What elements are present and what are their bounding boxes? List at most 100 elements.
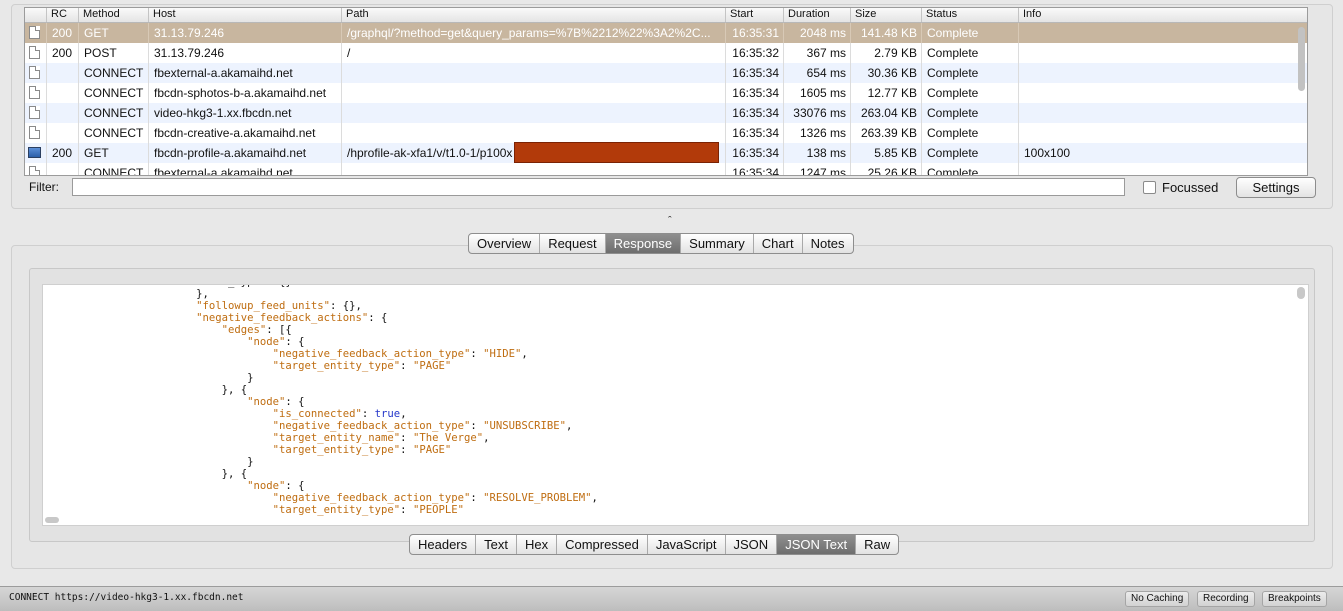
- column-header-method[interactable]: Method: [78, 8, 148, 22]
- cell-start: 16:35:34: [725, 83, 783, 103]
- format-tab-raw[interactable]: Raw: [855, 535, 898, 554]
- tab-chart[interactable]: Chart: [752, 234, 802, 253]
- cell-rc: 200: [46, 23, 78, 43]
- file-icon: [29, 166, 40, 175]
- table-row[interactable]: CONNECT fbexternal-a.akamaihd.net 16:35:34…: [25, 63, 1307, 83]
- cell-start: 16:35:34: [725, 143, 783, 163]
- column-header-path[interactable]: Path: [341, 8, 725, 22]
- recording-toggle[interactable]: Recording: [1197, 591, 1255, 607]
- json-punctuation: : [{: [266, 324, 292, 336]
- table-row[interactable]: 200 GET 31.13.79.246/graphql/?method=get&q…: [25, 23, 1307, 43]
- table-scrollbar[interactable]: [1297, 23, 1306, 173]
- status-bar: CONNECT https://video-hkg3-1.xx.fbcdn.ne…: [0, 586, 1343, 611]
- cell-host: 31.13.79.246: [148, 23, 341, 43]
- table-row[interactable]: CONNECT fbcdn-creative-a.akamaihd.net 16:3…: [25, 123, 1307, 143]
- table-scrollbar-thumb[interactable]: [1298, 27, 1305, 91]
- file-icon: [29, 106, 40, 119]
- focussed-checkbox[interactable]: [1143, 181, 1156, 194]
- cell-status: Complete: [921, 23, 1018, 43]
- code-line: "is_connected": true,: [43, 408, 407, 420]
- json-string: "The Verge": [412, 432, 484, 444]
- row-icon-cell: [25, 63, 46, 83]
- json-key: "edges": [221, 324, 267, 336]
- request-list-panel: RC Method Host Path Start Duration Size …: [11, 4, 1333, 209]
- json-punctuation: :: [470, 348, 484, 360]
- column-header-info[interactable]: Info: [1018, 8, 1307, 22]
- filter-input[interactable]: [72, 178, 1125, 196]
- no-caching-toggle[interactable]: No Caching: [1125, 591, 1190, 607]
- cell-info: [1018, 103, 1307, 123]
- column-header-rc[interactable]: RC: [46, 8, 78, 22]
- tab-request[interactable]: Request: [539, 234, 604, 253]
- cell-duration: 367 ms: [783, 43, 850, 63]
- request-table[interactable]: RC Method Host Path Start Duration Size …: [24, 7, 1308, 176]
- settings-button[interactable]: Settings: [1236, 177, 1316, 198]
- code-line: "negative_feedback_action_type": "HIDE",: [43, 348, 528, 360]
- cell-start: 16:35:34: [725, 63, 783, 83]
- breakpoints-toggle[interactable]: Breakpoints: [1262, 591, 1327, 607]
- column-header-status[interactable]: Status: [921, 8, 1018, 22]
- format-tab-json[interactable]: JSON: [724, 535, 777, 554]
- table-row[interactable]: CONNECT video-hkg3-1.xx.fbcdn.net 16:35:34…: [25, 103, 1307, 123]
- tab-response[interactable]: Response: [604, 234, 681, 253]
- cell-size: 12.77 KB: [850, 83, 921, 103]
- format-tab-compressed[interactable]: Compressed: [556, 535, 647, 554]
- cell-path: /: [341, 43, 725, 63]
- cell-host: fbcdn-creative-a.akamaihd.net: [148, 123, 341, 143]
- table-row[interactable]: CONNECT fbcdn-sphotos-b-a.akamaihd.net 16:…: [25, 83, 1307, 103]
- cell-info: [1018, 63, 1307, 83]
- json-key: "node": [247, 336, 286, 348]
- column-header-size[interactable]: Size: [850, 8, 921, 22]
- code-vertical-scrollbar[interactable]: [1297, 287, 1305, 299]
- icon-column-header[interactable]: [25, 8, 46, 22]
- cell-host: video-hkg3-1.xx.fbcdn.net: [148, 103, 341, 123]
- focussed-toggle[interactable]: Focussed: [1143, 180, 1218, 195]
- script-file-icon: [29, 46, 40, 59]
- cell-host: 31.13.79.246: [148, 43, 341, 63]
- format-tab-hex[interactable]: Hex: [515, 535, 556, 554]
- row-icon-cell: [25, 123, 46, 143]
- collapse-arrow-icon[interactable]: ˆ: [668, 215, 672, 227]
- code-line: "node": {: [43, 480, 304, 492]
- format-tab-text[interactable]: Text: [475, 535, 516, 554]
- file-icon: [29, 66, 40, 79]
- table-row[interactable]: 200 POST 31.13.79.246/16:35:32 367 ms 2.79 K…: [25, 43, 1307, 63]
- json-string: "UNSUBSCRIBE": [483, 420, 567, 432]
- json-key: "negative_feedback_actions": [196, 312, 369, 324]
- file-icon: [29, 126, 40, 139]
- code-line: }: [43, 456, 253, 468]
- json-key: "target_entity_type": [272, 504, 401, 516]
- code-line: },: [43, 288, 209, 300]
- code-line: }, {: [43, 384, 248, 396]
- json-text-view[interactable]: "_type": {} }, "followup_feed_units": {}…: [42, 284, 1309, 526]
- format-tabs: Headers Text Hex Compressed JavaScript JSON JS…: [409, 534, 900, 555]
- json-punctuation: : {},: [330, 300, 362, 312]
- cell-path: [341, 83, 725, 103]
- row-icon-cell: [25, 83, 46, 103]
- json-punctuation: : {: [285, 336, 305, 348]
- column-header-host[interactable]: Host: [148, 8, 341, 22]
- tab-summary[interactable]: Summary: [680, 234, 753, 253]
- json-key: "target_entity_name": [272, 432, 401, 444]
- json-punctuation: :: [400, 360, 413, 372]
- code-horizontal-scrollbar[interactable]: [45, 517, 59, 523]
- json-punctuation: :: [470, 420, 484, 432]
- cell-path: [341, 63, 725, 83]
- column-header-duration[interactable]: Duration: [783, 8, 850, 22]
- format-tab-json-text[interactable]: JSON Text: [776, 535, 856, 554]
- tab-overview[interactable]: Overview: [469, 234, 539, 253]
- json-string: "HIDE": [483, 348, 522, 360]
- format-tab-javascript[interactable]: JavaScript: [646, 535, 725, 554]
- code-line: }: [43, 372, 253, 384]
- cell-info: [1018, 163, 1307, 175]
- code-line: "edges": [{: [43, 324, 292, 336]
- json-string: "PAGE": [412, 444, 452, 456]
- tab-notes[interactable]: Notes: [801, 234, 853, 253]
- column-header-start[interactable]: Start: [725, 8, 783, 22]
- json-punctuation: : {: [285, 396, 305, 408]
- format-tab-headers[interactable]: Headers: [410, 535, 475, 554]
- table-row[interactable]: 200 GET fbcdn-profile-a.akamaihd.net/hprof…: [25, 142, 1307, 163]
- cell-info: 100x100: [1018, 143, 1307, 163]
- table-row[interactable]: CONNECT fbexternal-a.akamaihd.net 16:35:34…: [25, 163, 1307, 175]
- json-key: "target_entity_type": [272, 360, 401, 372]
